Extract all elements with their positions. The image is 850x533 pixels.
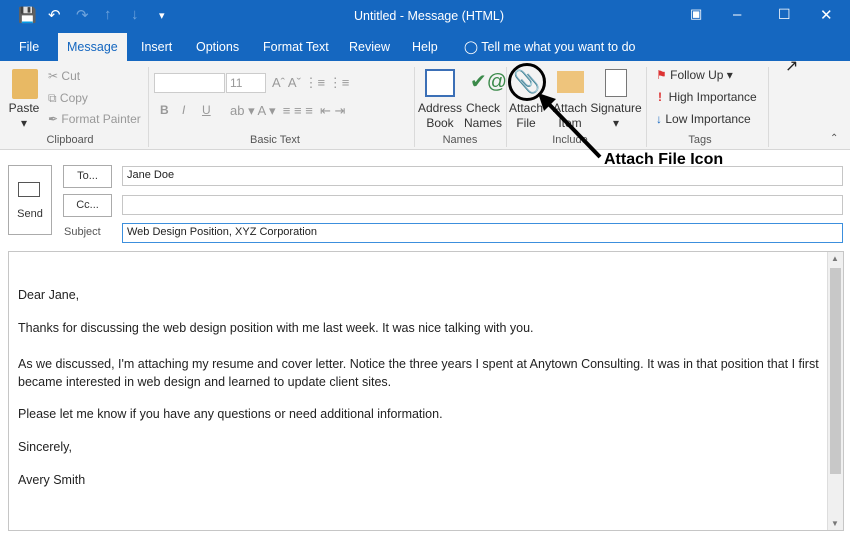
copy-button[interactable]: ⧉ Copy bbox=[48, 91, 88, 106]
message-body[interactable]: Dear Jane, Thanks for discussing the web… bbox=[8, 251, 844, 531]
follow-up-button[interactable]: ⚑ Follow Up ▾ bbox=[656, 68, 733, 82]
collapse-ribbon-icon[interactable]: ⌃ bbox=[830, 133, 838, 144]
up-arrow-icon[interactable]: ↑ bbox=[104, 6, 112, 23]
tab-file[interactable]: File bbox=[10, 33, 48, 61]
underline-button[interactable]: U bbox=[202, 103, 211, 117]
format-painter-button[interactable]: ✒ Format Painter bbox=[48, 112, 141, 126]
annotation-arrow bbox=[538, 93, 602, 159]
down-arrow-icon: ↓ bbox=[656, 112, 662, 126]
italic-button[interactable]: I bbox=[182, 103, 185, 117]
undo-icon[interactable]: ↶ bbox=[48, 6, 61, 24]
to-field[interactable]: Jane Doe bbox=[122, 166, 843, 186]
scroll-down-icon[interactable]: ▼ bbox=[831, 519, 839, 528]
font-size-controls[interactable]: Aˆ Aˇ ⋮≡ ⋮≡ bbox=[272, 75, 349, 91]
exclamation-icon: ! bbox=[658, 90, 662, 104]
font-size-select[interactable]: 11 bbox=[226, 73, 266, 93]
bold-button[interactable]: B bbox=[160, 103, 169, 117]
high-importance-button[interactable]: ! High Importance bbox=[658, 90, 757, 104]
divider bbox=[646, 67, 647, 147]
ribbon: Paste ▾ ✂ Cut ⧉ Copy ✒ Format Painter Cli… bbox=[0, 61, 850, 150]
tab-message[interactable]: Message bbox=[58, 33, 127, 61]
paste-button[interactable]: Paste ▾ bbox=[6, 101, 42, 131]
check-names-button[interactable]: Check Names bbox=[462, 101, 504, 131]
divider bbox=[148, 67, 149, 147]
body-paragraph: Thanks for discussing the web design pos… bbox=[18, 321, 534, 335]
body-paragraph: Avery Smith bbox=[18, 473, 86, 487]
low-importance-button[interactable]: ↓ Low Importance bbox=[656, 112, 751, 126]
title-bar: 💾 ↶ ↷ ↑ ↓ ▾ Untitled - Message (HTML) ▣ … bbox=[0, 0, 850, 33]
flag-icon: ⚑ bbox=[656, 68, 667, 82]
subject-field[interactable]: Web Design Position, XYZ Corporation bbox=[122, 223, 843, 243]
address-book-button[interactable]: Address Book bbox=[418, 101, 462, 131]
down-arrow-icon[interactable]: ↓ bbox=[131, 6, 139, 23]
paste-icon bbox=[12, 69, 38, 99]
minimize-button[interactable]: – bbox=[733, 6, 741, 23]
cc-field[interactable] bbox=[122, 195, 843, 215]
window-title: Untitled - Message (HTML) bbox=[354, 9, 505, 23]
divider bbox=[506, 67, 507, 147]
text-color-and-align-controls[interactable]: ab ▾ A ▾ ≡ ≡ ≡ ⇤ ⇥ bbox=[230, 103, 345, 119]
to-button[interactable]: To... bbox=[63, 165, 112, 188]
cc-button[interactable]: Cc... bbox=[63, 194, 112, 217]
customize-toolbar-icon[interactable]: ▾ bbox=[159, 9, 165, 22]
check-names-icon: ✔@ bbox=[470, 71, 508, 93]
tell-me-search[interactable]: ◯ Tell me what you want to do bbox=[455, 33, 645, 61]
redo-icon[interactable]: ↷ bbox=[76, 6, 89, 24]
brush-icon: ✒ bbox=[48, 112, 59, 126]
cut-button[interactable]: ✂ Cut bbox=[48, 69, 80, 83]
clipboard-group-label: Clipboard bbox=[46, 134, 94, 146]
scrollbar-thumb[interactable] bbox=[830, 268, 841, 474]
tab-help[interactable]: Help bbox=[403, 33, 447, 61]
scrollbar[interactable]: ▲ ▼ bbox=[827, 252, 843, 530]
body-paragraph: Please let me know if you have any quest… bbox=[18, 407, 443, 421]
tell-me-label: Tell me what you want to do bbox=[481, 40, 636, 54]
ribbon-tabs: File Message Insert Options Format Text … bbox=[0, 33, 850, 61]
scissors-icon: ✂ bbox=[48, 69, 59, 83]
subject-label: Subject bbox=[64, 226, 101, 238]
tab-review[interactable]: Review bbox=[340, 33, 399, 61]
tags-group-label: Tags bbox=[688, 134, 712, 146]
address-book-icon bbox=[425, 69, 455, 97]
tab-insert[interactable]: Insert bbox=[132, 33, 181, 61]
send-icon bbox=[18, 182, 40, 197]
body-paragraph: Sincerely, bbox=[18, 440, 72, 454]
close-button[interactable]: ✕ bbox=[820, 6, 833, 24]
lightbulb-icon: ◯ bbox=[464, 40, 478, 54]
font-name-select[interactable] bbox=[154, 73, 225, 93]
body-paragraph: As we discussed, I'm attaching my resume… bbox=[18, 357, 819, 389]
send-button[interactable]: Send bbox=[8, 165, 52, 235]
ribbon-display-options-icon[interactable]: ▣ bbox=[690, 6, 702, 22]
divider bbox=[768, 67, 769, 147]
basic-text-group-label: Basic Text bbox=[250, 134, 300, 146]
body-paragraph: Dear Jane, bbox=[18, 288, 80, 302]
names-group-label: Names bbox=[442, 134, 478, 146]
mouse-cursor-icon: ↗ bbox=[785, 58, 799, 75]
scroll-up-icon[interactable]: ▲ bbox=[831, 254, 839, 263]
tab-format-text[interactable]: Format Text bbox=[254, 33, 338, 61]
maximize-button[interactable]: ☐ bbox=[778, 6, 791, 23]
copy-icon: ⧉ bbox=[48, 91, 57, 105]
save-icon[interactable]: 💾 bbox=[18, 6, 37, 24]
tab-options[interactable]: Options bbox=[187, 33, 248, 61]
divider bbox=[414, 67, 415, 147]
